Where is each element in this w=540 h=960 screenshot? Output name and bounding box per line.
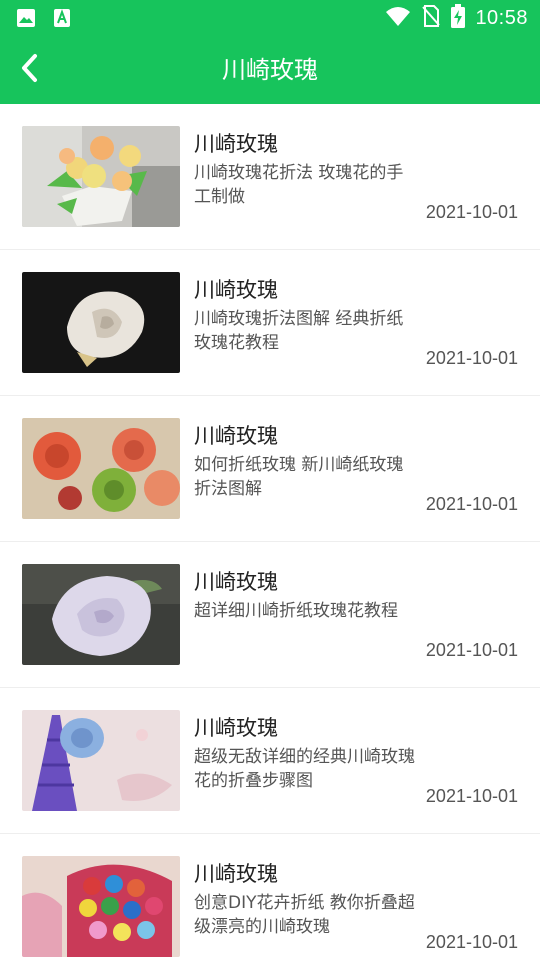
item-title: 川崎玫瑰	[194, 862, 278, 886]
page-title: 川崎玫瑰	[222, 56, 318, 84]
thumbnail-image	[22, 564, 180, 665]
item-description: 如何折纸玫瑰 新川崎纸玫瑰折法图解	[194, 455, 404, 499]
thumbnail-image	[22, 856, 180, 957]
list-item[interactable]: 川崎玫瑰 川崎玫瑰花折法 玫瑰花的手工制做 2021-10-01	[0, 104, 540, 250]
list-item[interactable]: 川崎玫瑰 如何折纸玫瑰 新川崎纸玫瑰折法图解 2021-10-01	[0, 396, 540, 542]
list-item[interactable]: 川崎玫瑰 川崎玫瑰折法图解 经典折纸玫瑰花教程 2021-10-01	[0, 250, 540, 396]
article-list: 川崎玫瑰 川崎玫瑰花折法 玫瑰花的手工制做 2021-10-01 川崎玫瑰 川崎…	[0, 104, 540, 960]
item-date: 2021-10-01	[425, 348, 518, 368]
item-title: 川崎玫瑰	[194, 278, 278, 302]
wifi-icon	[385, 5, 411, 31]
battery-charging-icon	[451, 4, 466, 32]
app-store-icon	[52, 8, 72, 32]
item-date: 2021-10-01	[425, 932, 518, 952]
item-title: 川崎玫瑰	[194, 570, 278, 594]
item-date: 2021-10-01	[425, 640, 518, 660]
item-title: 川崎玫瑰	[194, 424, 278, 448]
item-description: 川崎玫瑰折法图解 经典折纸玫瑰花教程	[194, 309, 404, 353]
status-time: 10:58	[475, 6, 528, 29]
item-date: 2021-10-01	[425, 202, 518, 222]
status-bar: 10:58	[0, 0, 540, 36]
thumbnail-image	[22, 418, 180, 519]
item-description: 超级无敌详细的经典川崎玫瑰花的折叠步骤图	[194, 747, 415, 791]
item-date: 2021-10-01	[425, 786, 518, 806]
no-sim-icon	[421, 5, 441, 31]
item-description: 川崎玫瑰花折法 玫瑰花的手工制做	[194, 163, 404, 207]
list-item[interactable]: 川崎玫瑰 超详细川崎折纸玫瑰花教程 2021-10-01	[0, 542, 540, 688]
item-description: 创意DIY花卉折纸 教你折叠超级漂亮的川崎玫瑰	[194, 893, 415, 937]
app-bar: 川崎玫瑰	[0, 36, 540, 104]
thumbnail-image	[22, 272, 180, 373]
thumbnail-image	[22, 710, 180, 811]
list-item[interactable]: 川崎玫瑰 超级无敌详细的经典川崎玫瑰花的折叠步骤图 2021-10-01	[0, 688, 540, 834]
list-item[interactable]: 川崎玫瑰 创意DIY花卉折纸 教你折叠超级漂亮的川崎玫瑰 2021-10-01	[0, 834, 540, 960]
image-icon	[16, 8, 36, 32]
item-description: 超详细川崎折纸玫瑰花教程	[194, 601, 398, 621]
back-button[interactable]	[10, 50, 50, 90]
chevron-left-icon	[19, 53, 41, 87]
item-title: 川崎玫瑰	[194, 132, 278, 156]
thumbnail-image	[22, 126, 180, 227]
item-date: 2021-10-01	[425, 494, 518, 514]
item-title: 川崎玫瑰	[194, 716, 278, 740]
